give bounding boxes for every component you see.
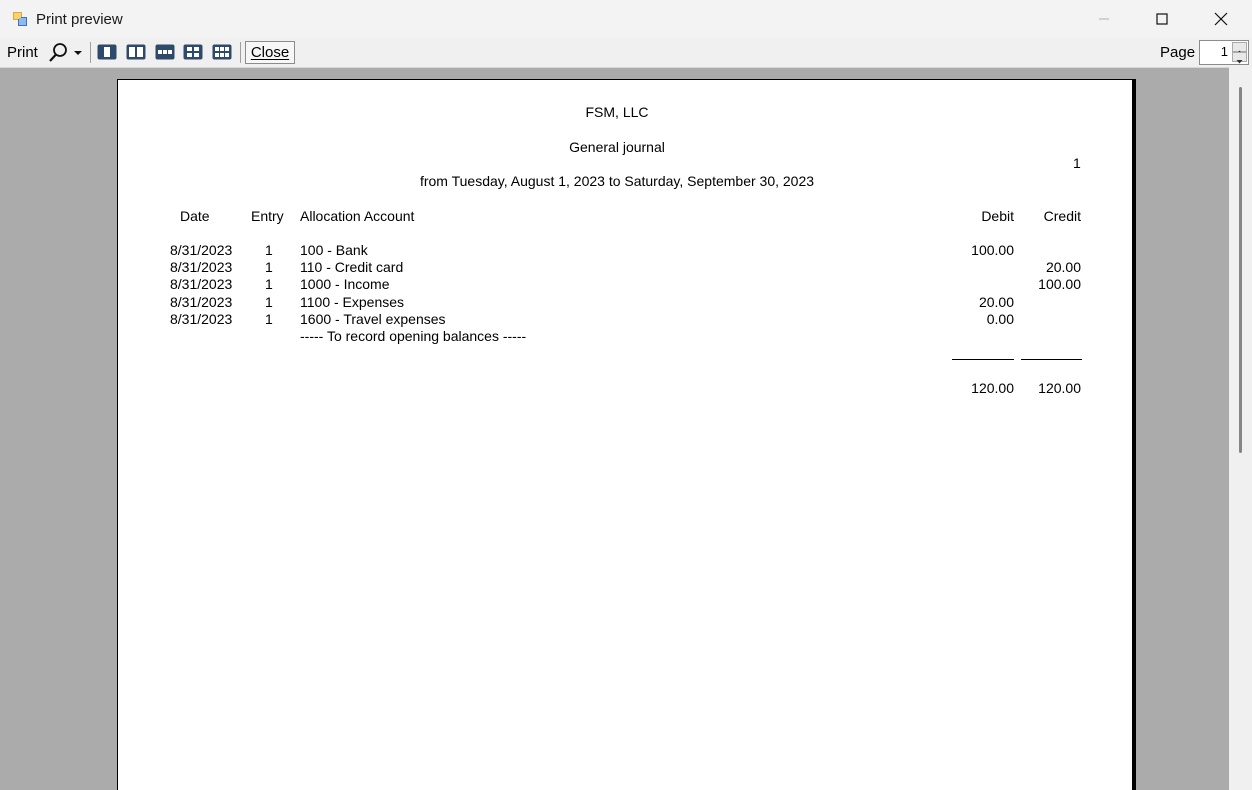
row-entry: 1 [265,311,273,327]
total-credit: 120.00 [1038,380,1081,396]
company-name: FSM, LLC [585,104,649,120]
row-account: 1600 - Travel expenses [300,311,446,327]
report-page: FSM, LLC General journal 1 from Tuesday,… [118,80,1132,790]
row-date: 8/31/2023 [170,311,233,327]
vertical-scrollbar[interactable] [1229,67,1252,790]
toolbar-separator [240,42,241,63]
close-window-button[interactable] [1192,0,1250,38]
header-credit: Credit [1043,208,1081,224]
page-label: Page [1160,44,1196,61]
row-account: 100 - Bank [300,242,368,258]
one-page-icon[interactable] [97,44,117,60]
magnifier-icon [49,43,82,62]
six-pages-icon[interactable] [212,44,232,60]
row-credit: 20.00 [1045,259,1081,275]
entry-memo: ----- To record opening balances ----- [300,328,527,344]
minimize-button[interactable] [1075,0,1133,38]
row-date: 8/31/2023 [170,294,233,310]
row-entry: 1 [265,259,273,275]
date-range: from Tuesday, August 1, 2023 to Saturday… [419,173,815,189]
four-pages-icon[interactable] [183,44,203,60]
title-bar: Print preview [0,0,1252,38]
scrollbar-thumb[interactable] [1239,87,1242,453]
report-title: General journal [569,139,665,155]
close-button[interactable]: Close [245,41,295,64]
row-date: 8/31/2023 [170,276,233,292]
two-pages-icon[interactable] [126,44,146,60]
row-credit: 100.00 [1038,276,1081,292]
maximize-icon [1156,13,1168,25]
header-entry: Entry [251,208,284,224]
page-number: 1 [1073,155,1081,171]
toolbar: Print Close Page 1 [0,38,1252,68]
chevron-down-icon [1236,60,1243,64]
page-number-value[interactable]: 1 [1221,44,1228,59]
row-debit: 0.00 [986,311,1014,327]
row-account: 110 - Credit card [300,259,404,275]
header-account: Allocation Account [300,208,415,224]
row-account: 1100 - Expenses [300,294,405,310]
header-date: Date [180,208,210,224]
spin-up-button[interactable] [1232,42,1247,54]
row-entry: 1 [265,294,273,310]
app-icon [13,12,27,26]
zoom-dropdown[interactable] [46,42,88,64]
row-debit: 20.00 [978,294,1014,310]
maximize-button[interactable] [1133,0,1191,38]
page-number-spinner[interactable]: 1 [1199,40,1249,65]
three-pages-icon[interactable] [155,44,175,60]
row-entry: 1 [265,276,273,292]
debit-total-rule [952,359,1014,360]
header-debit: Debit [981,208,1014,224]
row-date: 8/31/2023 [170,242,233,258]
minimize-icon [1099,18,1109,20]
toolbar-separator [90,42,91,63]
row-date: 8/31/2023 [170,259,233,275]
close-icon [1214,12,1228,26]
row-entry: 1 [265,242,273,258]
row-account: 1000 - Income [300,276,390,292]
credit-total-rule [1021,359,1082,360]
row-debit: 100.00 [971,242,1014,258]
window-title: Print preview [36,11,123,28]
spin-down-button[interactable] [1232,52,1247,64]
print-button[interactable]: Print [7,44,38,61]
